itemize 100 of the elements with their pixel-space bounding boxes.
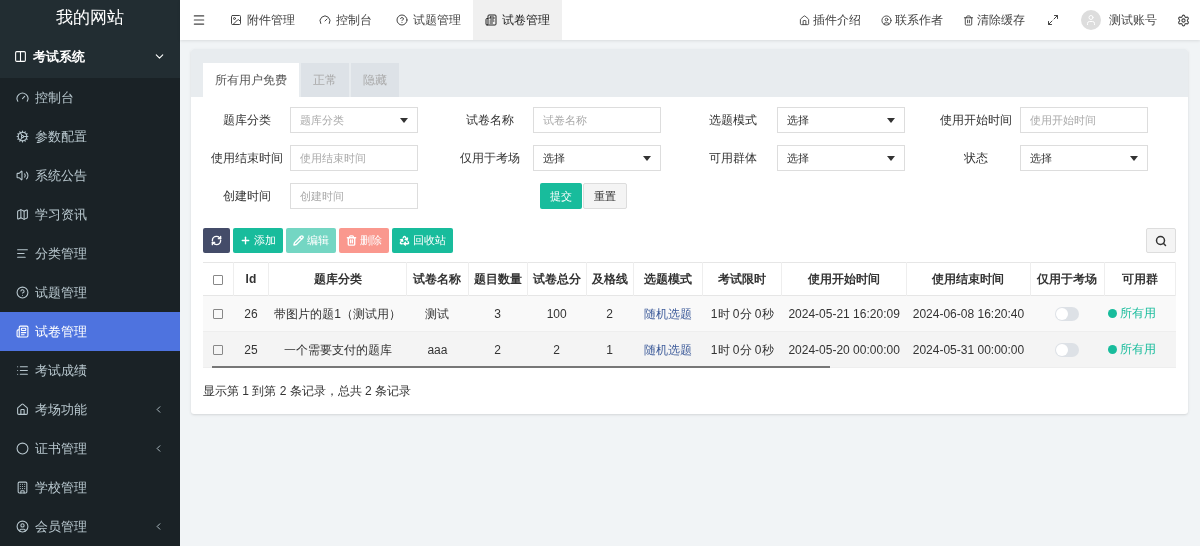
newspaper-icon xyxy=(485,14,497,26)
table-cell: 1 xyxy=(586,331,634,368)
mode-link[interactable]: 随机选题 xyxy=(633,295,703,332)
columns-icon xyxy=(14,50,27,64)
nav-tab[interactable]: 试卷管理 xyxy=(473,0,562,40)
select-field[interactable]: 选择 xyxy=(533,145,662,171)
sidebar-item[interactable]: 试卷管理 xyxy=(0,312,180,351)
select-all-checkbox[interactable] xyxy=(213,274,224,285)
filter-label: 可用群体 xyxy=(708,150,758,167)
column-header: 使用结束时间 xyxy=(906,262,1031,296)
caret-icon xyxy=(886,155,895,161)
table-cell: 一个需要支付的题库 xyxy=(268,331,407,368)
user-icon xyxy=(16,520,29,533)
column-header: Id xyxy=(233,262,269,296)
sidebar-item[interactable]: 系统公告 xyxy=(0,156,180,195)
recycle-icon xyxy=(399,235,410,246)
table-cell: 2 xyxy=(527,331,587,368)
gauge-icon xyxy=(16,91,29,104)
text-field[interactable]: 试卷名称 xyxy=(533,107,662,133)
column-header: 可用群 xyxy=(1104,262,1176,296)
column-header: 题目数量 xyxy=(468,262,528,296)
column-header: 试卷名称 xyxy=(406,262,468,296)
account-menu[interactable]: 测试账号 xyxy=(1071,10,1167,30)
table-cell: 2 xyxy=(586,295,634,332)
caret-icon xyxy=(400,117,408,123)
table-cell: 100 xyxy=(527,295,587,332)
question-icon xyxy=(16,286,29,299)
mode-link[interactable]: 随机选题 xyxy=(633,331,703,368)
caret-icon xyxy=(1129,155,1138,161)
top-link[interactable]: 清除缓存 xyxy=(953,11,1035,29)
toggle-switch[interactable] xyxy=(1055,343,1080,358)
nav-tab[interactable]: 试题管理 xyxy=(384,0,473,40)
sidebar-item[interactable]: 会员管理 xyxy=(0,507,180,546)
pencil-icon xyxy=(293,235,304,246)
table-cell: 2024-06-08 16:20:40 xyxy=(906,295,1031,332)
column-header: 选题模式 xyxy=(633,262,703,296)
table-cell: 1时 0分 0秒 xyxy=(702,295,782,332)
sidebar-item[interactable]: 控制台 xyxy=(0,78,180,117)
refresh-button[interactable] xyxy=(203,228,230,253)
nav-tab[interactable]: 附件管理 xyxy=(218,0,307,40)
trash-icon xyxy=(346,235,357,246)
image-icon xyxy=(230,14,242,26)
sidebar-item[interactable]: 参数配置 xyxy=(0,117,180,156)
gauge-icon xyxy=(319,14,331,26)
settings-icon[interactable] xyxy=(1177,13,1190,27)
home-icon xyxy=(16,403,29,416)
column-header: 及格线 xyxy=(586,262,634,296)
text-field[interactable]: 使用结束时间 xyxy=(290,145,418,171)
group-label: 所有用 xyxy=(1108,304,1157,323)
select-field[interactable]: 选择 xyxy=(776,145,905,171)
avatar-icon xyxy=(1081,10,1101,30)
fullscreen-icon[interactable] xyxy=(1047,14,1059,26)
table-cell: 2024-05-31 00:00:00 xyxy=(906,331,1031,368)
table-cell: 2024-05-21 16:20:09 xyxy=(781,295,907,332)
table-cell: 2 xyxy=(468,331,528,368)
column-header: 使用开始时间 xyxy=(781,262,907,296)
row-checkbox[interactable] xyxy=(213,309,224,320)
table-cell: 2024-05-20 00:00:00 xyxy=(781,331,907,368)
sidebar-item[interactable]: 考试成绩 xyxy=(0,351,180,390)
group-label: 所有用 xyxy=(1108,340,1157,359)
plus-icon xyxy=(240,235,251,246)
nav-tab[interactable]: 控制台 xyxy=(307,0,384,40)
top-link[interactable]: 插件介绍 xyxy=(789,11,871,29)
select-field[interactable]: 选择 xyxy=(776,107,905,133)
table-cell: 带图片的题1（测试用） xyxy=(268,295,407,332)
lines-icon xyxy=(16,247,29,260)
question-icon xyxy=(396,14,408,26)
sidebar-item[interactable]: 考场功能 xyxy=(0,390,180,429)
filter-label: 使用开始时间 xyxy=(939,112,1014,129)
scrollbar[interactable] xyxy=(212,366,830,368)
table-cell: aaa xyxy=(406,331,468,368)
search-icon xyxy=(1155,234,1167,247)
filter-label: 题库分类 xyxy=(221,112,272,129)
filter-label: 试卷名称 xyxy=(464,112,515,129)
home-icon xyxy=(799,14,810,26)
text-field[interactable]: 使用开始时间 xyxy=(1019,107,1148,133)
search-button[interactable] xyxy=(1146,228,1176,253)
filter-label: 选题模式 xyxy=(708,112,758,129)
sidebar-item[interactable]: 试题管理 xyxy=(0,273,180,312)
building-icon xyxy=(16,481,29,494)
sidebar-item[interactable]: 分类管理 xyxy=(0,234,180,273)
sidebar-group[interactable]: 考试系统 xyxy=(0,35,180,78)
select-field[interactable]: 选择 xyxy=(1019,145,1148,171)
caret-icon xyxy=(643,155,652,161)
text-field[interactable]: 创建时间 xyxy=(290,183,418,209)
sidebar-item[interactable]: 学校管理 xyxy=(0,468,180,507)
reset-button[interactable]: 重置 xyxy=(583,183,627,209)
list-icon xyxy=(16,364,29,377)
sidebar-item[interactable]: 证书管理 xyxy=(0,429,180,468)
menu-icon[interactable] xyxy=(192,13,206,27)
user-icon xyxy=(881,14,892,26)
filter-label: 仅用于考场 xyxy=(458,150,521,167)
sidebar-item[interactable]: 学习资讯 xyxy=(0,195,180,234)
top-link[interactable]: 联系作者 xyxy=(871,11,953,29)
column-header: 考试限时 xyxy=(702,262,782,296)
table-cell: 3 xyxy=(468,295,528,332)
toggle-switch[interactable] xyxy=(1055,307,1080,322)
newspaper-icon xyxy=(16,325,29,338)
filter-tab[interactable]: 所有用户免费 xyxy=(203,63,299,97)
row-checkbox[interactable] xyxy=(213,345,224,356)
